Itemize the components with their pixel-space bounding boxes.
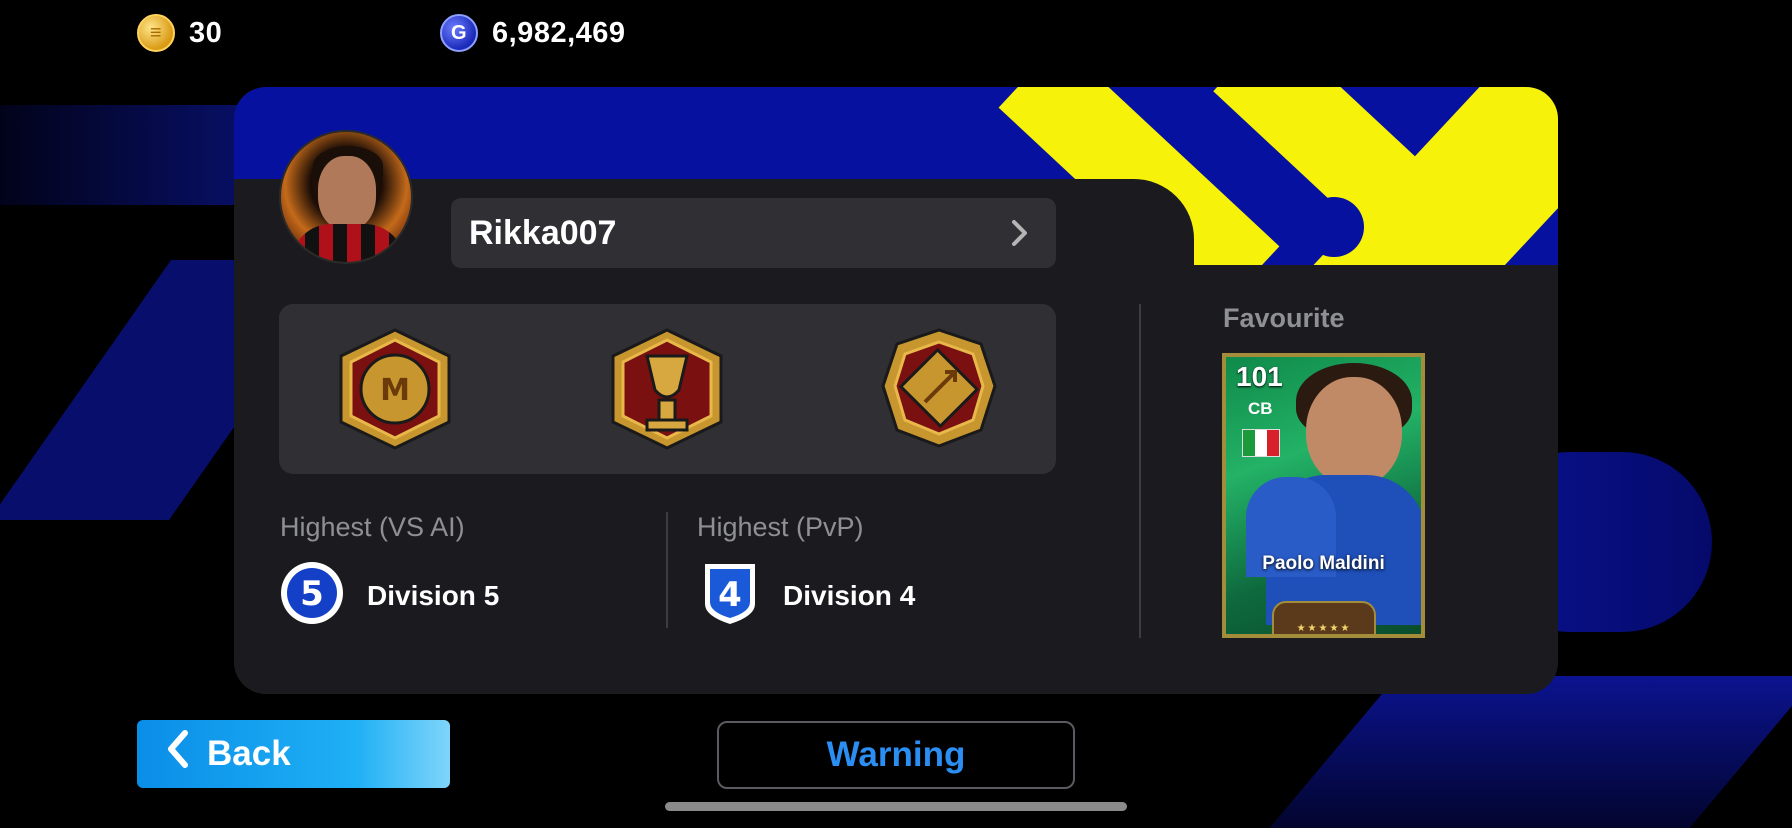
- background-stripe: [1262, 676, 1792, 828]
- chevron-left-icon: [165, 729, 191, 779]
- division-vs-ai: Division 5: [367, 580, 500, 611]
- coin-amount: 30: [189, 16, 223, 49]
- warning-label: Warning: [826, 735, 966, 774]
- division-5-badge-icon: 5: [281, 562, 343, 624]
- coin-balance: ≡ 30: [137, 14, 222, 52]
- favourite-label: Favourite: [1223, 303, 1345, 333]
- svg-text:M: M: [380, 373, 410, 408]
- trophy-medal-icon[interactable]: [603, 326, 731, 452]
- italy-flag-icon: [1242, 429, 1280, 457]
- player-position: CB: [1248, 399, 1273, 418]
- division-4-badge-icon: 4: [705, 564, 755, 624]
- highest-pvp-label: Highest (PvP): [697, 512, 864, 542]
- warning-button[interactable]: Warning: [717, 721, 1075, 789]
- card-base: ★★★★★: [1272, 601, 1376, 634]
- pitch-medal-icon[interactable]: [875, 326, 1003, 452]
- username-bar[interactable]: Rikka007: [451, 198, 1056, 268]
- club-medal-icon[interactable]: M: [331, 326, 459, 452]
- player-rating: 101: [1236, 361, 1283, 392]
- back-button[interactable]: Back: [137, 720, 450, 788]
- username: Rikka007: [469, 213, 617, 252]
- gp-balance: G 6,982,469: [440, 14, 626, 52]
- chevron-right-icon: [1002, 216, 1036, 250]
- gp-amount: 6,982,469: [492, 16, 626, 49]
- svg-text:5: 5: [300, 574, 324, 614]
- ecoin-icon: ≡: [137, 14, 175, 52]
- favourite-player-card[interactable]: 101 CB Paolo Maldini ★★★★★: [1222, 353, 1425, 638]
- highest-vs-ai-label: Highest (VS AI): [280, 512, 465, 542]
- player-name: Paolo Maldini: [1262, 553, 1385, 574]
- background-stripe: [0, 105, 260, 205]
- divider: [666, 512, 668, 628]
- svg-text:4: 4: [718, 575, 742, 615]
- avatar[interactable]: [279, 130, 413, 264]
- back-label: Back: [207, 734, 291, 773]
- player-stars: ★★★★★: [1296, 623, 1352, 634]
- home-indicator[interactable]: [665, 802, 1127, 811]
- divider: [1139, 304, 1141, 638]
- division-pvp: Division 4: [783, 580, 916, 611]
- gp-icon: G: [440, 14, 478, 52]
- achievement-medals: M: [279, 304, 1056, 474]
